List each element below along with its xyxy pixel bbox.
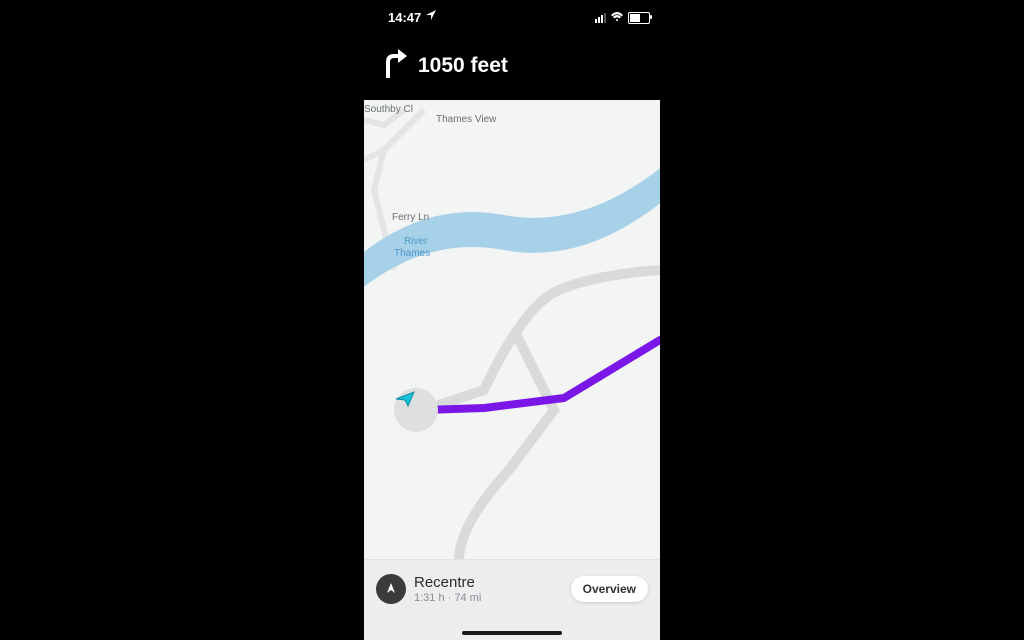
map-svg (364, 100, 660, 560)
wifi-icon (610, 10, 624, 25)
compass-icon (384, 582, 398, 596)
battery-icon (628, 12, 650, 24)
status-bar: 14:47 (364, 0, 660, 34)
current-location-marker[interactable] (394, 388, 438, 432)
direction-distance: 1050 feet (418, 54, 508, 78)
home-indicator (462, 631, 562, 635)
bottom-bar: Recentre 1:31 h · 74 mi Overview (364, 559, 660, 640)
map-label-ferry-ln: Ferry Ln (392, 212, 429, 223)
location-arrow-icon (394, 388, 416, 410)
map-canvas[interactable]: Southby Cl Thames View Ferry Ln River Th… (364, 100, 660, 560)
status-time: 14:47 (388, 10, 421, 25)
direction-banner[interactable]: 1050 feet (378, 46, 508, 85)
turn-right-icon (378, 46, 408, 85)
recentre-label: Recentre (414, 574, 481, 591)
status-right (595, 10, 650, 25)
map-label-southby: Southby Cl (364, 104, 413, 115)
map-label-thames: Thames (394, 248, 430, 259)
cellular-icon (595, 13, 606, 23)
eta-summary: 1:31 h · 74 mi (414, 592, 481, 604)
trip-info[interactable]: Recentre 1:31 h · 74 mi (414, 574, 481, 604)
recentre-button[interactable] (376, 574, 406, 604)
map-label-thames-view: Thames View (436, 114, 496, 125)
overview-button[interactable]: Overview (571, 576, 648, 602)
phone-frame: 14:47 1050 feet Southby Cl Thames (364, 0, 660, 640)
location-services-icon (426, 10, 436, 23)
map-label-river: River (404, 236, 427, 247)
